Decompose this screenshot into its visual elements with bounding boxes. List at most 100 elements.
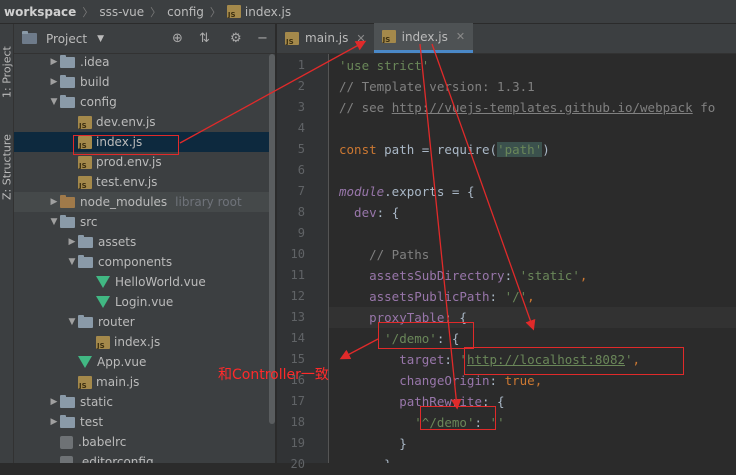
- tree-item[interactable]: HelloWorld.vue: [14, 272, 275, 292]
- line-number: 6: [297, 163, 305, 177]
- code-token: // Template version: 1.3.1: [339, 79, 535, 94]
- line-number: 11: [290, 268, 305, 282]
- structure-tool-tab[interactable]: Z: Structure: [0, 122, 14, 212]
- chevron-down-icon: ▼: [97, 33, 104, 44]
- chevron-right-icon[interactable]: ▶: [48, 397, 60, 407]
- close-icon[interactable]: ✕: [456, 30, 465, 43]
- project-tool-tab[interactable]: 1: Project: [0, 32, 14, 112]
- js-file-icon: [78, 115, 92, 129]
- js-file-icon: [381, 30, 396, 43]
- tree-item[interactable]: ▶ assets: [14, 232, 275, 252]
- code-line: assetsPublicPath: '/',: [329, 286, 535, 307]
- code-view[interactable]: 'use strict' // Template version: 1.3.1 //…: [329, 54, 736, 463]
- code-token: .exports = {: [384, 184, 475, 199]
- code-token: }: [339, 457, 392, 463]
- editor-tab[interactable]: main.js ✕: [277, 23, 374, 53]
- tree-item[interactable]: ▼ src: [14, 212, 275, 232]
- code-token: http://vuejs-templates.github.io/webpack: [391, 100, 693, 115]
- tree-item[interactable]: ▶ build: [14, 72, 275, 92]
- chevron-down-icon[interactable]: ▼: [48, 97, 60, 107]
- chevron-down-icon[interactable]: ▼: [66, 257, 78, 267]
- code-token: ,: [527, 289, 535, 304]
- close-icon[interactable]: ✕: [356, 32, 365, 45]
- tree-item-label: assets: [98, 235, 137, 249]
- tree-item[interactable]: test.env.js: [14, 172, 275, 192]
- tree-item[interactable]: ▶ static: [14, 392, 275, 412]
- target-icon[interactable]: ⊕: [172, 31, 183, 46]
- breadcrumb-item[interactable]: config: [167, 5, 204, 19]
- library-root-hint: library root: [175, 195, 242, 209]
- chevron-right-icon[interactable]: ▶: [48, 197, 60, 207]
- code-line: const path = require('path'): [329, 139, 550, 160]
- line-number: 10: [290, 247, 305, 261]
- project-view-selector[interactable]: Project ▼: [22, 31, 104, 46]
- project-panel: Project ▼ ⊕ ⇅ ⚙ − ▶ .idea ▶ build ▼ config dev…: [14, 24, 276, 463]
- breadcrumb-item[interactable]: workspace: [4, 5, 76, 19]
- tree-item[interactable]: dev.env.js: [14, 112, 275, 132]
- code-token: :: [504, 268, 520, 283]
- chevron-down-icon[interactable]: ▼: [66, 317, 78, 327]
- tree-item[interactable]: ▶ .idea: [14, 52, 275, 72]
- tree-item-label: Login.vue: [115, 295, 174, 309]
- collapse-icon[interactable]: ⇅: [199, 31, 210, 46]
- line-number: 8: [297, 205, 305, 219]
- tree-item[interactable]: prod.env.js: [14, 152, 275, 172]
- tree-item[interactable]: .babelrc: [14, 432, 275, 452]
- project-panel-header: Project ▼ ⊕ ⇅ ⚙ −: [14, 24, 275, 54]
- folder-icon: [60, 54, 75, 68]
- tree-item[interactable]: .editorconfig: [14, 452, 275, 463]
- file-icon: [60, 455, 73, 463]
- gear-icon[interactable]: ⚙: [230, 31, 242, 46]
- chevron-right-icon[interactable]: ▶: [66, 237, 78, 247]
- tree-item[interactable]: ▼ router: [14, 312, 275, 332]
- tree-item[interactable]: ▶ node_modules library root: [14, 192, 275, 212]
- line-number: 12: [290, 289, 305, 303]
- code-token: '^/demo': [414, 415, 475, 430]
- code-line: // Paths: [329, 244, 429, 265]
- js-file-icon: [78, 175, 92, 189]
- chevron-down-icon[interactable]: ▼: [48, 217, 60, 227]
- code-line: proxyTable: {: [329, 307, 736, 328]
- line-number: 4: [297, 121, 305, 135]
- editor-tab[interactable]: index.js ✕: [373, 23, 474, 53]
- tree-item[interactable]: index.js: [14, 132, 275, 152]
- folder-icon: [78, 254, 93, 268]
- hide-icon[interactable]: −: [257, 31, 268, 46]
- tree-item[interactable]: ▶ test: [14, 412, 275, 432]
- line-number: 9: [297, 226, 305, 240]
- code-token: }: [339, 436, 407, 451]
- code-token: '': [489, 415, 505, 430]
- code-token: assetsPublicPath: [339, 289, 490, 304]
- tool-window-strip: 1: Project Z: Structure: [0, 24, 14, 463]
- breadcrumb-item[interactable]: sss-vue: [99, 5, 144, 19]
- line-number: 14: [290, 331, 305, 345]
- editor-tab-label: main.js: [305, 31, 349, 45]
- code-token: fo: [692, 100, 716, 115]
- breadcrumb-label: workspace: [4, 4, 77, 19]
- code-line: module.exports = {: [329, 181, 474, 202]
- tree-item[interactable]: Login.vue: [14, 292, 275, 312]
- chevron-right-icon[interactable]: ▶: [48, 57, 60, 67]
- code-token: path =: [384, 142, 437, 157]
- tree-item-label: node_modules: [80, 195, 168, 209]
- code-token: 'static': [519, 268, 580, 283]
- code-token: : {: [436, 331, 460, 346]
- editor-area: main.js✕index.js✕ 1234567891011121314151…: [277, 23, 736, 471]
- tree-item-label: dev.env.js: [96, 115, 156, 129]
- breadcrumb-item[interactable]: index.js: [226, 5, 291, 19]
- chevron-right-icon[interactable]: ▶: [48, 417, 60, 427]
- code-token: : {: [482, 394, 505, 409]
- tree-item[interactable]: ▼ components: [14, 252, 275, 272]
- line-number: 13: [290, 310, 305, 324]
- breadcrumb: workspace 〉 sss-vue 〉 config 〉 index.js: [0, 0, 736, 24]
- tree-item-label: .babelrc: [78, 435, 127, 449]
- line-number: 2: [297, 79, 305, 93]
- tree-item[interactable]: ▼ config: [14, 92, 275, 112]
- chevron-right-icon[interactable]: ▶: [48, 77, 60, 87]
- project-panel-title: Project: [46, 31, 88, 46]
- folder-icon: [60, 214, 75, 228]
- line-number: 20: [290, 457, 305, 471]
- tree-item[interactable]: index.js: [14, 332, 275, 352]
- tree-item-label: router: [98, 315, 135, 329]
